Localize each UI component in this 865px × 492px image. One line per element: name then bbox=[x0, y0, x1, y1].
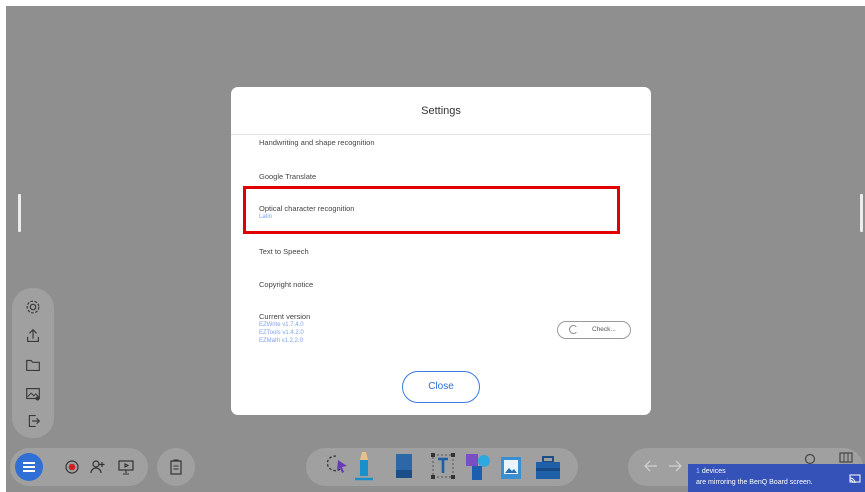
add-user-icon[interactable] bbox=[89, 458, 107, 476]
setting-text-to-speech[interactable]: Text to Speech bbox=[259, 247, 309, 256]
exit-icon[interactable] bbox=[23, 411, 43, 431]
cast-icon[interactable] bbox=[849, 474, 861, 484]
close-button[interactable]: Close bbox=[402, 371, 480, 403]
left-side-panel bbox=[12, 288, 54, 438]
setting-handwriting-recognition[interactable]: Handwriting and shape recognition bbox=[259, 138, 375, 147]
background-image-icon[interactable] bbox=[23, 384, 43, 404]
settings-dialog: Settings Handwriting and shape recogniti… bbox=[231, 87, 651, 415]
devices-text: devices bbox=[699, 468, 726, 475]
grid-icon[interactable] bbox=[838, 451, 854, 463]
current-version-label: Current version bbox=[259, 312, 311, 321]
menu-button[interactable] bbox=[15, 453, 43, 481]
lasso-icon[interactable] bbox=[323, 452, 349, 480]
check-update-button[interactable]: Check... bbox=[557, 321, 631, 339]
folder-icon[interactable] bbox=[23, 355, 43, 375]
gear-icon[interactable] bbox=[23, 297, 43, 317]
text-icon[interactable] bbox=[430, 452, 456, 480]
present-icon[interactable] bbox=[117, 458, 135, 476]
left-edge-handle[interactable] bbox=[18, 194, 21, 232]
setting-google-translate[interactable]: Google Translate bbox=[259, 172, 316, 181]
refresh-icon bbox=[569, 325, 578, 334]
right-edge-handle[interactable] bbox=[860, 194, 863, 232]
undo-icon[interactable] bbox=[643, 459, 659, 473]
check-button-label: Check... bbox=[592, 326, 616, 333]
mirroring-message: are mirroring the BenQ Board screen. bbox=[696, 479, 813, 486]
clipboard-icon[interactable] bbox=[167, 458, 185, 476]
mirroring-count-line: 1 devices bbox=[696, 468, 726, 475]
version-eztools: EZTools v1.4.2.0 bbox=[259, 330, 304, 336]
record-icon[interactable] bbox=[64, 459, 80, 475]
upload-icon[interactable] bbox=[23, 326, 43, 346]
eraser-icon[interactable] bbox=[393, 452, 415, 482]
setting-copyright-notice[interactable]: Copyright notice bbox=[259, 280, 313, 289]
title-divider bbox=[231, 134, 651, 135]
version-ezmath: EZMath v1.2.2.0 bbox=[259, 338, 304, 344]
shapes-icon[interactable] bbox=[464, 452, 492, 482]
dialog-title: Settings bbox=[421, 105, 461, 117]
version-ezwrite: EZWrite v1.7.4.0 bbox=[259, 322, 304, 328]
pen-icon[interactable] bbox=[353, 450, 375, 482]
toolbox-icon[interactable] bbox=[534, 455, 562, 481]
mirroring-notification: 1 devices are mirroring the BenQ Board s… bbox=[688, 464, 865, 492]
redo-icon[interactable] bbox=[667, 459, 683, 473]
ocr-highlight-box bbox=[243, 186, 620, 234]
image-icon[interactable] bbox=[499, 455, 523, 481]
